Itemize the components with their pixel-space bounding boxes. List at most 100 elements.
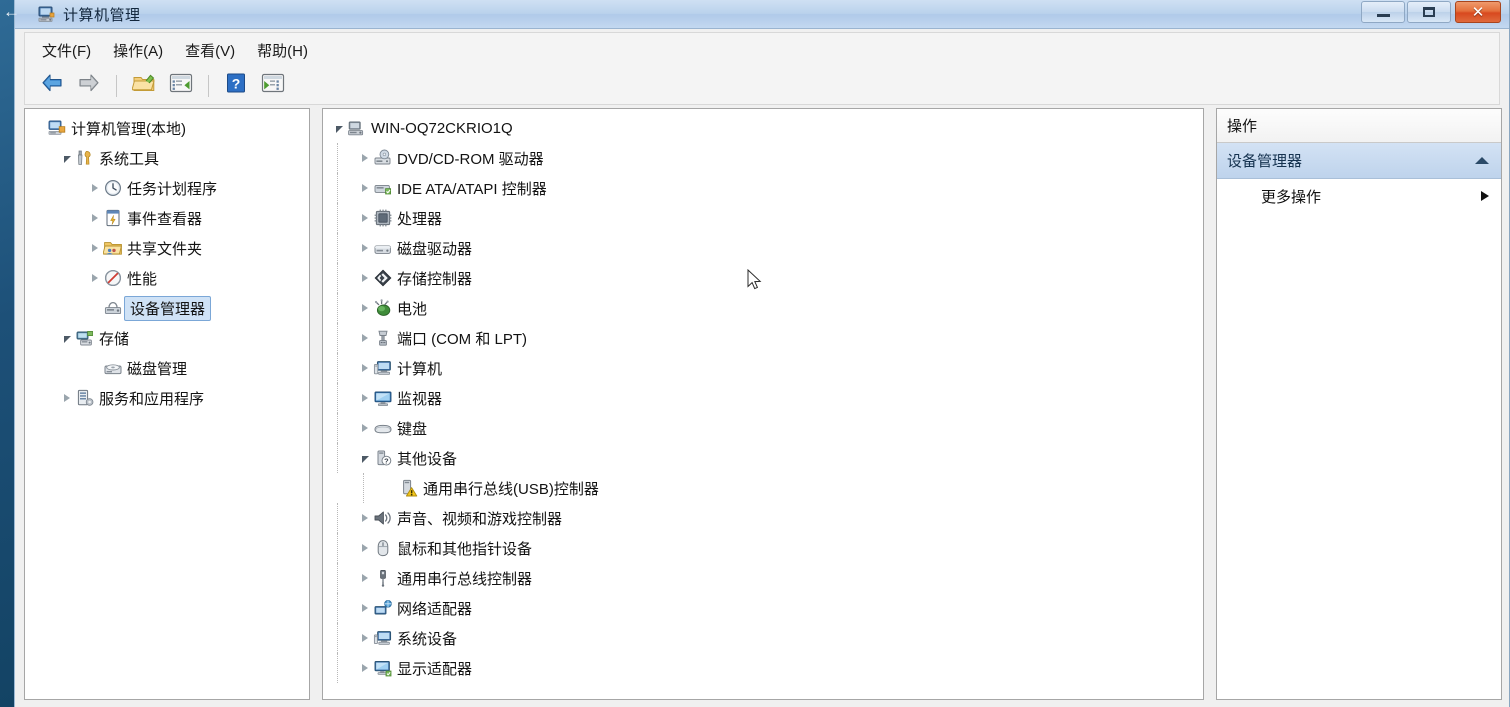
title-bar[interactable]: ← 计算机管理 ✕: [3, 0, 1509, 29]
device-tree-item-8[interactable]: 计算机: [323, 353, 1203, 383]
minimize-button[interactable]: [1361, 1, 1405, 23]
console-tree-item-4[interactable]: 共享文件夹: [25, 233, 309, 263]
expander-closed[interactable]: [357, 540, 373, 556]
help-button[interactable]: ?: [219, 71, 253, 101]
back-button[interactable]: [35, 71, 69, 101]
tree-connector: [337, 593, 338, 623]
device-tree-item-16[interactable]: 网络适配器: [323, 593, 1203, 623]
device-tree-item-14[interactable]: 鼠标和其他指针设备: [323, 533, 1203, 563]
expander-closed[interactable]: [87, 270, 103, 286]
expander-closed[interactable]: [357, 390, 373, 406]
menu-file[interactable]: 文件(F): [31, 36, 102, 65]
show-hide-console-tree-button[interactable]: [164, 71, 198, 101]
device-tree-item-6[interactable]: 电池: [323, 293, 1203, 323]
expander-closed[interactable]: [59, 390, 75, 406]
close-button[interactable]: ✕: [1455, 1, 1501, 23]
device-tree-item-12[interactable]: 通用串行总线(USB)控制器: [323, 473, 1203, 503]
battery-icon: [373, 298, 393, 318]
actions-pane: 操作 设备管理器 更多操作: [1216, 108, 1502, 700]
usb-controller-icon: [373, 568, 393, 588]
device-tree-item-7[interactable]: 端口 (COM 和 LPT): [323, 323, 1203, 353]
tree-connector: [337, 503, 338, 533]
device-tree-item-2[interactable]: IDE ATA/ATAPI 控制器: [323, 173, 1203, 203]
expander-closed[interactable]: [357, 660, 373, 676]
console-tree-pane[interactable]: 计算机管理(本地) 系统工具 任务计划程序 事件查看器 共享文件夹 性能 设备管理器 存储 磁盘…: [24, 108, 310, 700]
console-tree-item-7[interactable]: 存储: [25, 323, 309, 353]
console-tree-item-9[interactable]: 服务和应用程序: [25, 383, 309, 413]
expander-closed[interactable]: [357, 240, 373, 256]
expander-closed[interactable]: [357, 420, 373, 436]
console-tree-item-5[interactable]: 性能: [25, 263, 309, 293]
maximize-button[interactable]: [1407, 1, 1451, 23]
device-tree-item-label: 磁盘驱动器: [397, 240, 473, 258]
menu-help[interactable]: 帮助(H): [246, 36, 319, 65]
system-device-icon: [373, 628, 393, 648]
chevron-up-icon[interactable]: [1475, 157, 1489, 164]
console-tree-item-3[interactable]: 事件查看器: [25, 203, 309, 233]
tree-connector: [337, 623, 338, 653]
expander-closed[interactable]: [357, 300, 373, 316]
expander-closed[interactable]: [357, 510, 373, 526]
expander-closed[interactable]: [357, 570, 373, 586]
right-splitter[interactable]: [1204, 108, 1216, 700]
device-tree-item-9[interactable]: 监视器: [323, 383, 1203, 413]
chevron-right-icon: [1481, 191, 1489, 201]
expander-none: [31, 120, 47, 136]
expander-open[interactable]: [331, 120, 347, 136]
console-tree-item-1[interactable]: 系统工具: [25, 143, 309, 173]
expander-closed[interactable]: [357, 330, 373, 346]
console-tree-item-8[interactable]: 磁盘管理: [25, 353, 309, 383]
help-icon: ?: [225, 72, 247, 99]
more-actions-item[interactable]: 更多操作: [1217, 179, 1501, 213]
computer-management-window: ← 计算机管理 ✕ 文件(F) 操作(A) 查看(V) 帮助(H) ? 计算机管…: [3, 0, 1510, 707]
expander-open[interactable]: [59, 330, 75, 346]
device-tree-item-3[interactable]: 处理器: [323, 203, 1203, 233]
device-tree-item-4[interactable]: 磁盘驱动器: [323, 233, 1203, 263]
menu-view[interactable]: 查看(V): [174, 36, 246, 65]
expander-closed[interactable]: [357, 180, 373, 196]
expander-open[interactable]: [357, 450, 373, 466]
triangle-right-icon: [362, 154, 368, 162]
toolbar-separator: [116, 74, 117, 97]
device-tree-item-5[interactable]: 存储控制器: [323, 263, 1203, 293]
ide-controller-icon: [373, 178, 393, 198]
storage-icon: [75, 328, 95, 348]
left-splitter[interactable]: [310, 108, 322, 700]
expander-closed[interactable]: [357, 600, 373, 616]
menu-action[interactable]: 操作(A): [102, 36, 174, 65]
device-tree-item-11[interactable]: ? 其他设备: [323, 443, 1203, 473]
device-tree-item-13[interactable]: 声音、视频和游戏控制器: [323, 503, 1203, 533]
triangle-right-icon: [92, 244, 98, 252]
expander-closed[interactable]: [87, 180, 103, 196]
expander-open[interactable]: [59, 150, 75, 166]
expander-closed[interactable]: [87, 240, 103, 256]
console-tree-item-6[interactable]: 设备管理器: [25, 293, 309, 323]
actions-section-device-manager[interactable]: 设备管理器: [1217, 143, 1501, 179]
expander-closed[interactable]: [357, 270, 373, 286]
device-tree-item-label: 监视器: [397, 390, 443, 408]
device-tree-item-label: 电池: [397, 300, 428, 318]
expander-closed[interactable]: [357, 630, 373, 646]
desktop-background: [0, 0, 14, 707]
up-one-level-button[interactable]: [127, 71, 161, 101]
device-tree-item-18[interactable]: 显示适配器: [323, 653, 1203, 683]
device-tree-item-17[interactable]: 系统设备: [323, 623, 1203, 653]
console-tree-item-0[interactable]: 计算机管理(本地): [25, 113, 309, 143]
device-tree-item-1[interactable]: DVD/CD-ROM 驱动器: [323, 143, 1203, 173]
show-hide-action-pane-button[interactable]: [256, 71, 290, 101]
device-manager-pane[interactable]: WIN-OQ72CKRIO1Q DVD/CD-ROM 驱动器 IDE ATA/ATA…: [322, 108, 1204, 700]
triangle-right-icon: [362, 664, 368, 672]
expander-closed[interactable]: [357, 360, 373, 376]
device-tree-item-10[interactable]: 键盘: [323, 413, 1203, 443]
forward-button[interactable]: [72, 71, 106, 101]
expander-closed[interactable]: [357, 150, 373, 166]
device-tree-item-0[interactable]: WIN-OQ72CKRIO1Q: [323, 113, 1203, 143]
expander-closed[interactable]: [87, 210, 103, 226]
tree-connector: [337, 293, 338, 323]
device-manager-icon: [103, 298, 123, 318]
expander-none: [383, 480, 399, 496]
console-tree-item-2[interactable]: 任务计划程序: [25, 173, 309, 203]
triangle-right-icon: [92, 184, 98, 192]
device-tree-item-15[interactable]: 通用串行总线控制器: [323, 563, 1203, 593]
expander-closed[interactable]: [357, 210, 373, 226]
